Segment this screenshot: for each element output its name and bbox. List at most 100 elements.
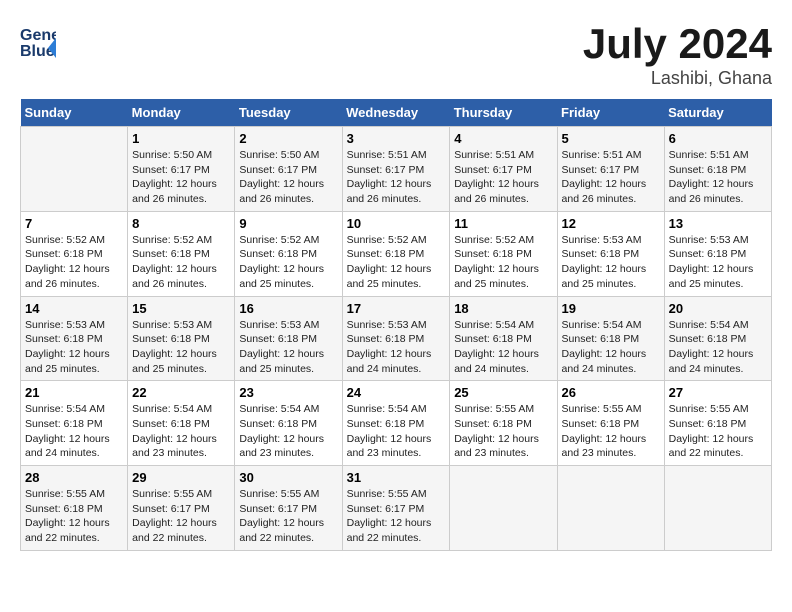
- day-number: 8: [132, 216, 230, 231]
- day-number: 19: [562, 301, 660, 316]
- day-number: 16: [239, 301, 337, 316]
- header-friday: Friday: [557, 99, 664, 127]
- cell-info: Sunrise: 5:50 AM Sunset: 6:17 PM Dayligh…: [239, 148, 337, 207]
- cell-info: Sunrise: 5:54 AM Sunset: 6:18 PM Dayligh…: [347, 402, 446, 461]
- calendar-cell: 24 Sunrise: 5:54 AM Sunset: 6:18 PM Dayli…: [342, 381, 450, 466]
- calendar-cell: 17Sunrise: 5:53 AM Sunset: 6:18 PM Dayli…: [342, 296, 450, 381]
- cell-info: Sunrise: 5:51 AM Sunset: 6:17 PM Dayligh…: [454, 148, 552, 207]
- cell-info: Sunrise: 5:55 AM Sunset: 6:18 PM Dayligh…: [25, 487, 123, 546]
- cell-info: Sunrise: 5:50 AM Sunset: 6:17 PM Dayligh…: [132, 148, 230, 207]
- week-row-1: 1Sunrise: 5:50 AM Sunset: 6:17 PM Daylig…: [21, 127, 772, 212]
- calendar-cell: 7Sunrise: 5:52 AM Sunset: 6:18 PM Daylig…: [21, 211, 128, 296]
- page-header: General Blue July 2024 Lashibi, Ghana: [20, 20, 772, 89]
- cell-info: Sunrise: 5:55 AM Sunset: 6:17 PM Dayligh…: [347, 487, 446, 546]
- calendar-cell: 30 Sunrise: 5:55 AM Sunset: 6:17 PM Dayli…: [235, 466, 342, 551]
- calendar-cell: 23 Sunrise: 5:54 AM Sunset: 6:18 PM Dayli…: [235, 381, 342, 466]
- header-thursday: Thursday: [450, 99, 557, 127]
- calendar-cell: 14Sunrise: 5:53 AM Sunset: 6:18 PM Dayli…: [21, 296, 128, 381]
- day-number: 25: [454, 385, 552, 400]
- cell-info: Sunrise: 5:55 AM Sunset: 6:17 PM Dayligh…: [239, 487, 337, 546]
- day-number: 26: [562, 385, 660, 400]
- title-block: July 2024 Lashibi, Ghana: [583, 20, 772, 89]
- cell-info: Sunrise: 5:54 AM Sunset: 6:18 PM Dayligh…: [669, 318, 767, 377]
- day-number: 20: [669, 301, 767, 316]
- calendar-cell: 27Sunrise: 5:55 AM Sunset: 6:18 PM Dayli…: [664, 381, 771, 466]
- calendar-cell: 29 Sunrise: 5:55 AM Sunset: 6:17 PM Dayli…: [128, 466, 235, 551]
- cell-info: Sunrise: 5:51 AM Sunset: 6:17 PM Dayligh…: [347, 148, 446, 207]
- week-row-2: 7 Sunrise: 5:52 AM Sunset: 6:18 PM Daylig…: [21, 211, 772, 296]
- calendar-cell: 22 Sunrise: 5:54 AM Sunset: 6:18 PM Dayli…: [128, 381, 235, 466]
- header-tuesday: Tuesday: [235, 99, 342, 127]
- calendar-cell: 5 Sunrise: 5:51 AM Sunset: 6:17 PM Daylig…: [557, 127, 664, 212]
- day-number: 22: [132, 385, 230, 400]
- week-row-4: 21 Sunrise: 5:54 AM Sunset: 6:18 PM Dayli…: [21, 381, 772, 466]
- calendar-cell: 21 Sunrise: 5:54 AM Sunset: 6:18 PM Dayli…: [21, 381, 128, 466]
- calendar-cell: 31Sunrise: 5:55 AM Sunset: 6:17 PM Dayli…: [342, 466, 450, 551]
- day-number: 23: [239, 385, 337, 400]
- header-wednesday: Wednesday: [342, 99, 450, 127]
- calendar-cell: [450, 466, 557, 551]
- calendar-cell: 10Sunrise: 5:52 AM Sunset: 6:18 PM Dayli…: [342, 211, 450, 296]
- cell-info: Sunrise: 5:55 AM Sunset: 6:17 PM Dayligh…: [132, 487, 230, 546]
- calendar-cell: 2 Sunrise: 5:50 AM Sunset: 6:17 PM Daylig…: [235, 127, 342, 212]
- cell-info: Sunrise: 5:53 AM Sunset: 6:18 PM Dayligh…: [239, 318, 337, 377]
- cell-info: Sunrise: 5:54 AM Sunset: 6:18 PM Dayligh…: [132, 402, 230, 461]
- day-number: 3: [347, 131, 446, 146]
- cell-info: Sunrise: 5:54 AM Sunset: 6:18 PM Dayligh…: [239, 402, 337, 461]
- day-number: 4: [454, 131, 552, 146]
- day-number: 14: [25, 301, 123, 316]
- calendar-cell: 3 Sunrise: 5:51 AM Sunset: 6:17 PM Daylig…: [342, 127, 450, 212]
- calendar-body: 1Sunrise: 5:50 AM Sunset: 6:17 PM Daylig…: [21, 127, 772, 551]
- day-number: 13: [669, 216, 767, 231]
- day-number: 15: [132, 301, 230, 316]
- day-number: 9: [239, 216, 337, 231]
- header-monday: Monday: [128, 99, 235, 127]
- day-number: 18: [454, 301, 552, 316]
- calendar-table: Sunday Monday Tuesday Wednesday Thursday…: [20, 99, 772, 551]
- day-number: 2: [239, 131, 337, 146]
- calendar-cell: [21, 127, 128, 212]
- calendar-cell: 13 Sunrise: 5:53 AM Sunset: 6:18 PM Dayli…: [664, 211, 771, 296]
- calendar-cell: 12 Sunrise: 5:53 AM Sunset: 6:18 PM Dayli…: [557, 211, 664, 296]
- cell-info: Sunrise: 5:52 AM Sunset: 6:18 PM Dayligh…: [239, 233, 337, 292]
- cell-info: Sunrise: 5:53 AM Sunset: 6:18 PM Dayligh…: [132, 318, 230, 377]
- svg-text:General: General: [20, 27, 56, 44]
- calendar-cell: 15 Sunrise: 5:53 AM Sunset: 6:18 PM Dayli…: [128, 296, 235, 381]
- day-number: 5: [562, 131, 660, 146]
- header-sunday: Sunday: [21, 99, 128, 127]
- calendar-cell: 26 Sunrise: 5:55 AM Sunset: 6:18 PM Dayli…: [557, 381, 664, 466]
- day-number: 27: [669, 385, 767, 400]
- day-number: 7: [25, 216, 123, 231]
- calendar-cell: 6Sunrise: 5:51 AM Sunset: 6:18 PM Daylig…: [664, 127, 771, 212]
- calendar-cell: 8Sunrise: 5:52 AM Sunset: 6:18 PM Daylig…: [128, 211, 235, 296]
- cell-info: Sunrise: 5:52 AM Sunset: 6:18 PM Dayligh…: [454, 233, 552, 292]
- cell-info: Sunrise: 5:54 AM Sunset: 6:18 PM Dayligh…: [562, 318, 660, 377]
- day-number: 24: [347, 385, 446, 400]
- cell-info: Sunrise: 5:53 AM Sunset: 6:18 PM Dayligh…: [562, 233, 660, 292]
- cell-info: Sunrise: 5:54 AM Sunset: 6:18 PM Dayligh…: [454, 318, 552, 377]
- day-number: 10: [347, 216, 446, 231]
- day-number: 21: [25, 385, 123, 400]
- calendar-cell: 11 Sunrise: 5:52 AM Sunset: 6:18 PM Dayli…: [450, 211, 557, 296]
- cell-info: Sunrise: 5:51 AM Sunset: 6:17 PM Dayligh…: [562, 148, 660, 207]
- calendar-cell: 20 Sunrise: 5:54 AM Sunset: 6:18 PM Dayli…: [664, 296, 771, 381]
- cell-info: Sunrise: 5:54 AM Sunset: 6:18 PM Dayligh…: [25, 402, 123, 461]
- cell-info: Sunrise: 5:53 AM Sunset: 6:18 PM Dayligh…: [347, 318, 446, 377]
- calendar-cell: 18 Sunrise: 5:54 AM Sunset: 6:18 PM Dayli…: [450, 296, 557, 381]
- calendar-cell: 9 Sunrise: 5:52 AM Sunset: 6:18 PM Daylig…: [235, 211, 342, 296]
- week-row-3: 14 Sunrise: 5:53 AM Sunset: 6:18 PM Dayli…: [21, 296, 772, 381]
- cell-info: Sunrise: 5:53 AM Sunset: 6:18 PM Dayligh…: [669, 233, 767, 292]
- calendar-cell: 4 Sunrise: 5:51 AM Sunset: 6:17 PM Daylig…: [450, 127, 557, 212]
- day-number: 11: [454, 216, 552, 231]
- cell-info: Sunrise: 5:55 AM Sunset: 6:18 PM Dayligh…: [562, 402, 660, 461]
- day-number: 30: [239, 470, 337, 485]
- calendar-cell: 1Sunrise: 5:50 AM Sunset: 6:17 PM Daylig…: [128, 127, 235, 212]
- logo-icon: General Blue: [20, 20, 56, 62]
- day-number: 29: [132, 470, 230, 485]
- logo: General Blue: [20, 20, 56, 67]
- day-number: 12: [562, 216, 660, 231]
- calendar-subtitle: Lashibi, Ghana: [583, 68, 772, 89]
- day-number: 28: [25, 470, 123, 485]
- calendar-cell: 28 Sunrise: 5:55 AM Sunset: 6:18 PM Dayli…: [21, 466, 128, 551]
- svg-text:Blue: Blue: [20, 43, 55, 60]
